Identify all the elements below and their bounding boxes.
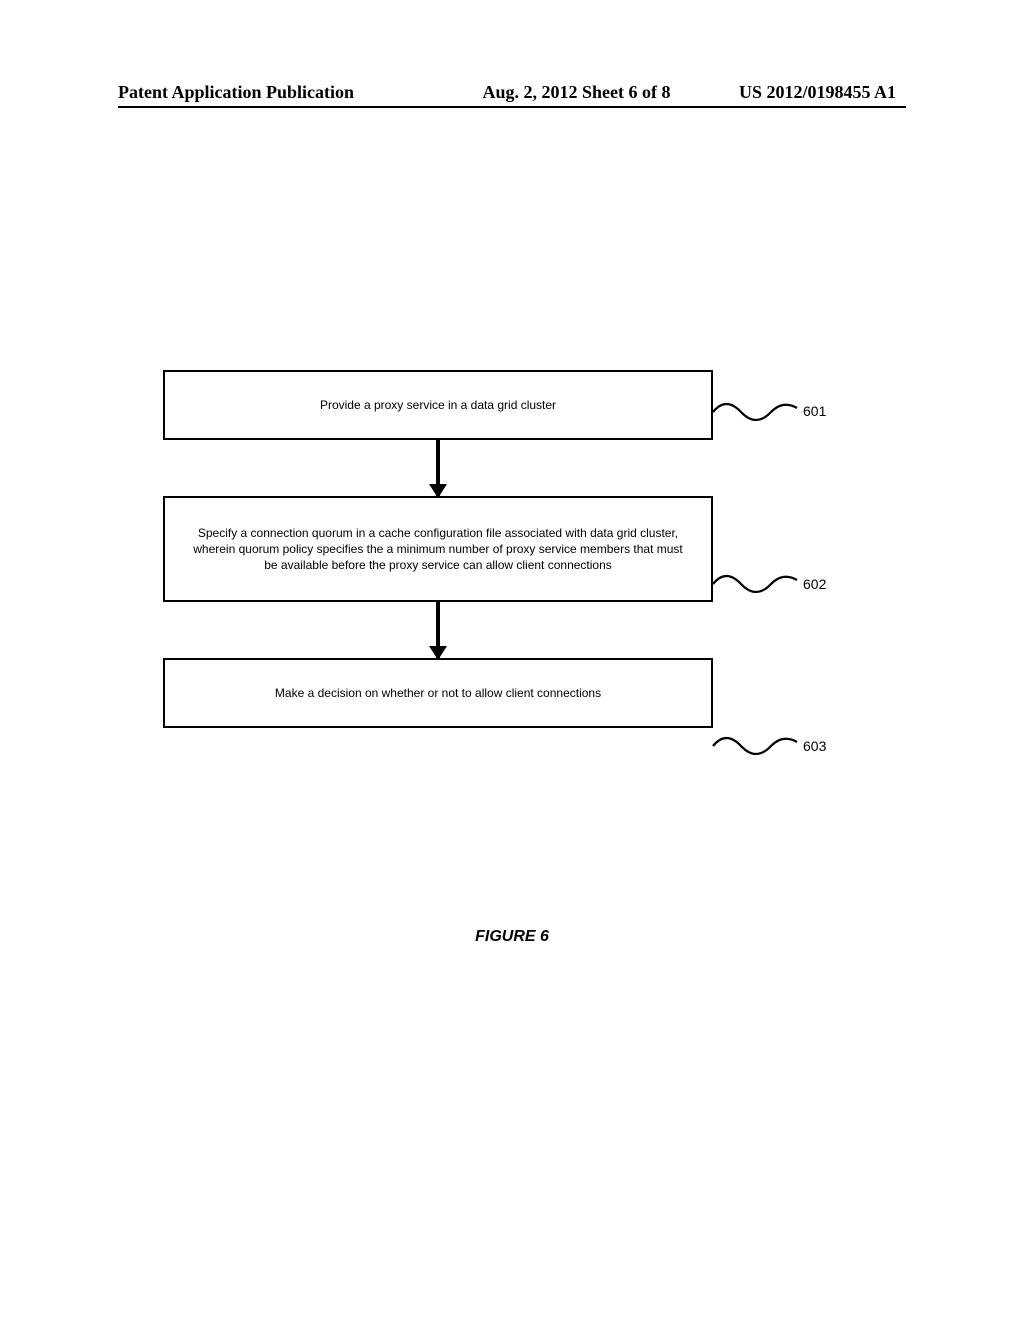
label-602: 602 [803, 576, 826, 592]
header-divider [118, 106, 906, 108]
label-603: 603 [803, 738, 826, 754]
flow-box-603: Make a decision on whether or not to all… [163, 658, 713, 728]
connector-601 [711, 394, 801, 434]
connector-603 [711, 728, 801, 768]
flowchart: Provide a proxy service in a data grid c… [163, 370, 843, 728]
arrow-2 [163, 602, 713, 658]
flow-box-text: Specify a connection quorum in a cache c… [185, 525, 691, 574]
header-left: Patent Application Publication [118, 82, 354, 103]
header-right: US 2012/0198455 A1 [739, 82, 896, 103]
figure-caption: FIGURE 6 [0, 928, 1024, 946]
flow-box-602: Specify a connection quorum in a cache c… [163, 496, 713, 602]
arrow-1 [163, 440, 713, 496]
flow-box-text: Make a decision on whether or not to all… [275, 685, 601, 701]
header-center: Aug. 2, 2012 Sheet 6 of 8 [354, 82, 739, 103]
page-header: Patent Application Publication Aug. 2, 2… [0, 82, 1024, 103]
label-601: 601 [803, 403, 826, 419]
connector-602 [711, 566, 801, 606]
flow-box-text: Provide a proxy service in a data grid c… [320, 397, 556, 413]
flow-box-601: Provide a proxy service in a data grid c… [163, 370, 713, 440]
